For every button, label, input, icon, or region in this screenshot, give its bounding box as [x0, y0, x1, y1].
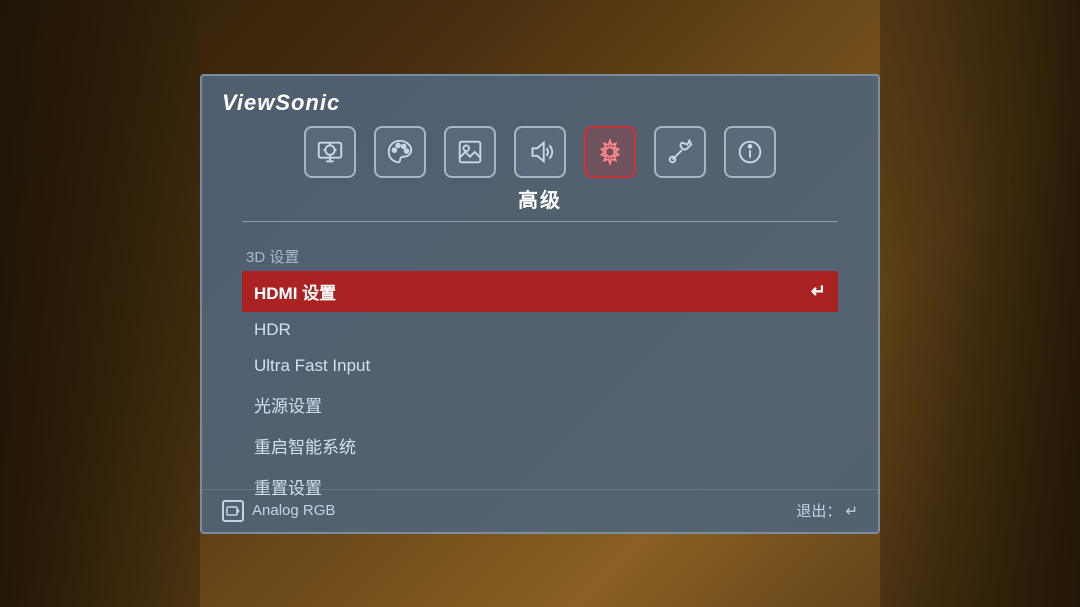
menu-item-label: HDR [254, 320, 291, 340]
bg-right [880, 0, 1080, 607]
osd-footer: Analog RGB 退出： ↵ [202, 489, 878, 532]
brand-logo: ViewSonic [222, 90, 858, 116]
footer-left: Analog RGB [222, 500, 335, 522]
nav-icon-color[interactable] [374, 126, 426, 178]
input-source-icon [222, 500, 244, 522]
nav-icon-image[interactable] [444, 126, 496, 178]
nav-icons-bar [222, 126, 858, 178]
nav-icon-display[interactable] [304, 126, 356, 178]
menu-item-reset-smart[interactable]: 重启智能系统 [242, 425, 838, 466]
menu-item-label: Ultra Fast Input [254, 356, 370, 376]
menu-item-hdmi[interactable]: HDMI 设置 ↵ [242, 271, 838, 312]
divider [242, 221, 838, 222]
exit-label: 退出： [796, 500, 841, 521]
bg-left [0, 0, 200, 607]
exit-icon: ↵ [845, 502, 858, 520]
menu-item-ultra-fast[interactable]: Ultra Fast Input [242, 348, 838, 384]
menu-item-hdr[interactable]: HDR [242, 312, 838, 348]
input-label: Analog RGB [252, 502, 335, 519]
nav-icon-setup[interactable] [654, 126, 706, 178]
menu-item-label: 重启智能系统 [254, 433, 356, 458]
section-title: 高级 [222, 184, 858, 213]
menu-section-label: 3D 设置 [242, 246, 838, 267]
menu-body: 3D 设置 HDMI 设置 ↵ HDR Ultra Fast Input 光源设… [202, 240, 878, 513]
menu-item-label: HDMI 设置 [254, 279, 336, 304]
osd-panel: ViewSonic [200, 74, 880, 534]
enter-icon: ↵ [811, 281, 826, 302]
nav-icon-info[interactable] [724, 126, 776, 178]
nav-icon-advanced[interactable] [584, 126, 636, 178]
menu-item-label: 光源设置 [254, 392, 322, 417]
footer-right: 退出： ↵ [796, 500, 858, 521]
menu-item-light-source[interactable]: 光源设置 [242, 384, 838, 425]
osd-header: ViewSonic [202, 76, 878, 240]
nav-icon-audio[interactable] [514, 126, 566, 178]
